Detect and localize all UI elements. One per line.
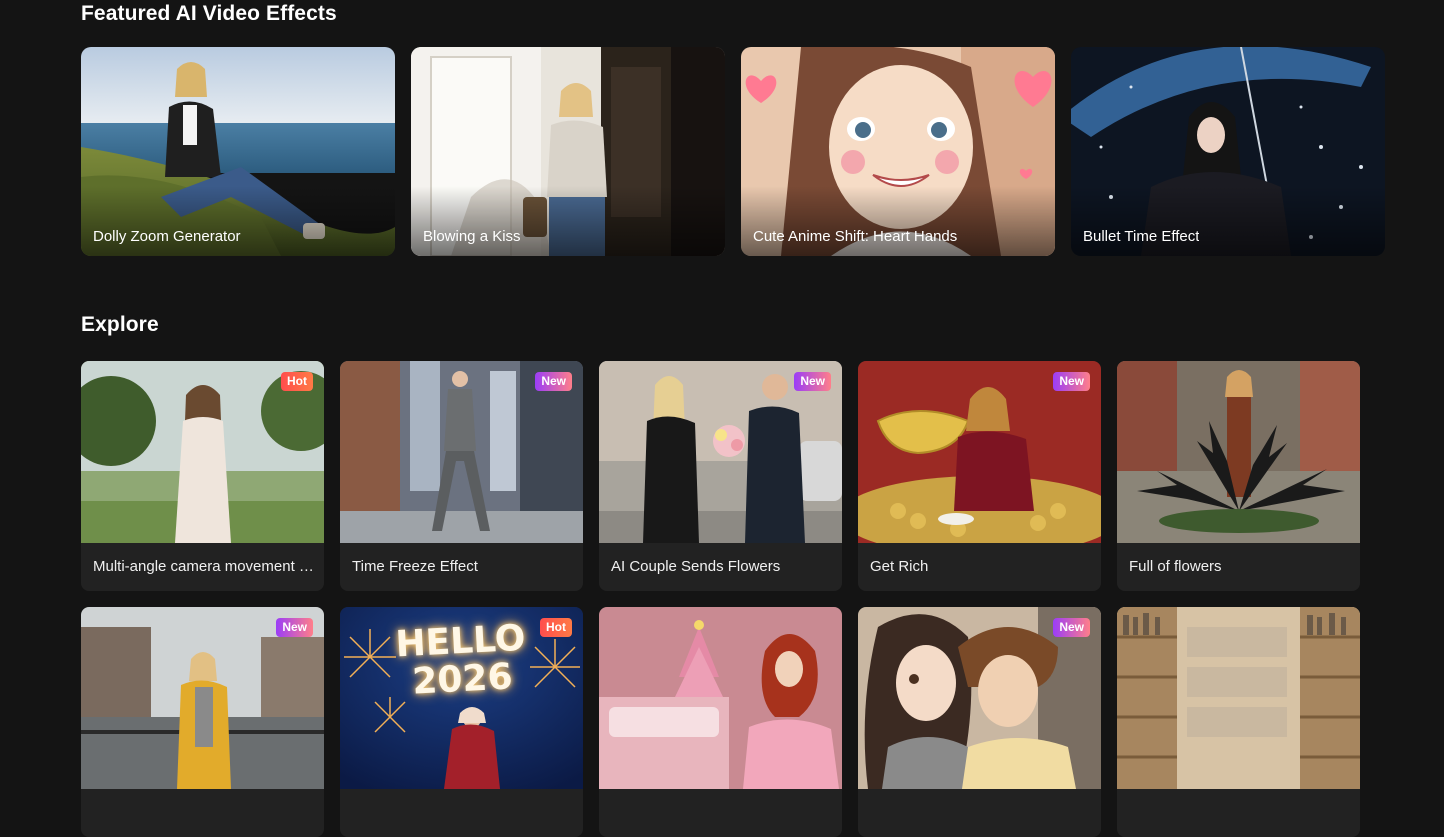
explore-thumbnail: New: [81, 607, 324, 789]
featured-card-bullet-time[interactable]: Bullet Time Effect: [1071, 47, 1385, 256]
new-badge: New: [276, 618, 313, 637]
explore-card-label: Multi-angle camera movement video: [93, 558, 324, 575]
explore-thumbnail: Hot: [81, 361, 324, 543]
new-badge: New: [1053, 372, 1090, 391]
explore-thumbnail: [599, 607, 842, 789]
new-badge: New: [535, 372, 572, 391]
explore-thumbnail: New: [599, 361, 842, 543]
explore-card-label: [340, 789, 583, 837]
explore-card-label: [81, 789, 324, 837]
featured-card-dolly-zoom[interactable]: Dolly Zoom Generator: [81, 47, 395, 256]
explore-card-anime-couple[interactable]: New: [858, 607, 1101, 837]
explore-card-label: [858, 789, 1101, 837]
explore-card-label: Full of flowers: [1129, 558, 1222, 575]
explore-card-label: [599, 789, 842, 837]
explore-card-label: Time Freeze Effect: [352, 558, 478, 575]
featured-card-label: Cute Anime Shift: Heart Hands: [753, 228, 958, 245]
new-badge: New: [794, 372, 831, 391]
explore-card-hello-2026[interactable]: HELLO 2026 Hot: [340, 607, 583, 837]
explore-card-label: [1117, 789, 1360, 837]
explore-card-time-freeze[interactable]: New Time Freeze Effect: [340, 361, 583, 591]
explore-card-library[interactable]: [1117, 607, 1360, 837]
explore-thumbnail: HELLO 2026 Hot: [340, 607, 583, 789]
featured-section-title: Featured AI Video Effects: [81, 2, 337, 25]
featured-card-anime-shift[interactable]: Cute Anime Shift: Heart Hands: [741, 47, 1055, 256]
explore-thumbnail: [1117, 607, 1360, 789]
explore-card-label: Get Rich: [870, 558, 929, 575]
featured-card-label: Dolly Zoom Generator: [93, 228, 241, 245]
hot-badge: Hot: [281, 372, 313, 391]
explore-thumbnail: New: [340, 361, 583, 543]
explore-card-multi-angle[interactable]: Hot Multi-angle camera movement video: [81, 361, 324, 591]
hot-badge: Hot: [540, 618, 572, 637]
explore-card-full-of-flowers[interactable]: Full of flowers: [1117, 361, 1360, 591]
explore-thumbnail: [1117, 361, 1360, 543]
explore-card-rainy-canal[interactable]: New: [81, 607, 324, 837]
featured-card-label: Blowing a Kiss: [423, 228, 521, 245]
explore-card-couple-flowers[interactable]: New AI Couple Sends Flowers: [599, 361, 842, 591]
explore-card-label: AI Couple Sends Flowers: [611, 558, 781, 575]
featured-card-blowing-kiss[interactable]: Blowing a Kiss: [411, 47, 725, 256]
explore-section-title: Explore: [81, 313, 159, 336]
explore-thumbnail: New: [858, 607, 1101, 789]
explore-card-get-rich[interactable]: New Get Rich: [858, 361, 1101, 591]
explore-card-pink-bedroom[interactable]: [599, 607, 842, 837]
explore-thumbnail: New: [858, 361, 1101, 543]
featured-card-label: Bullet Time Effect: [1083, 228, 1200, 245]
new-badge: New: [1053, 618, 1090, 637]
